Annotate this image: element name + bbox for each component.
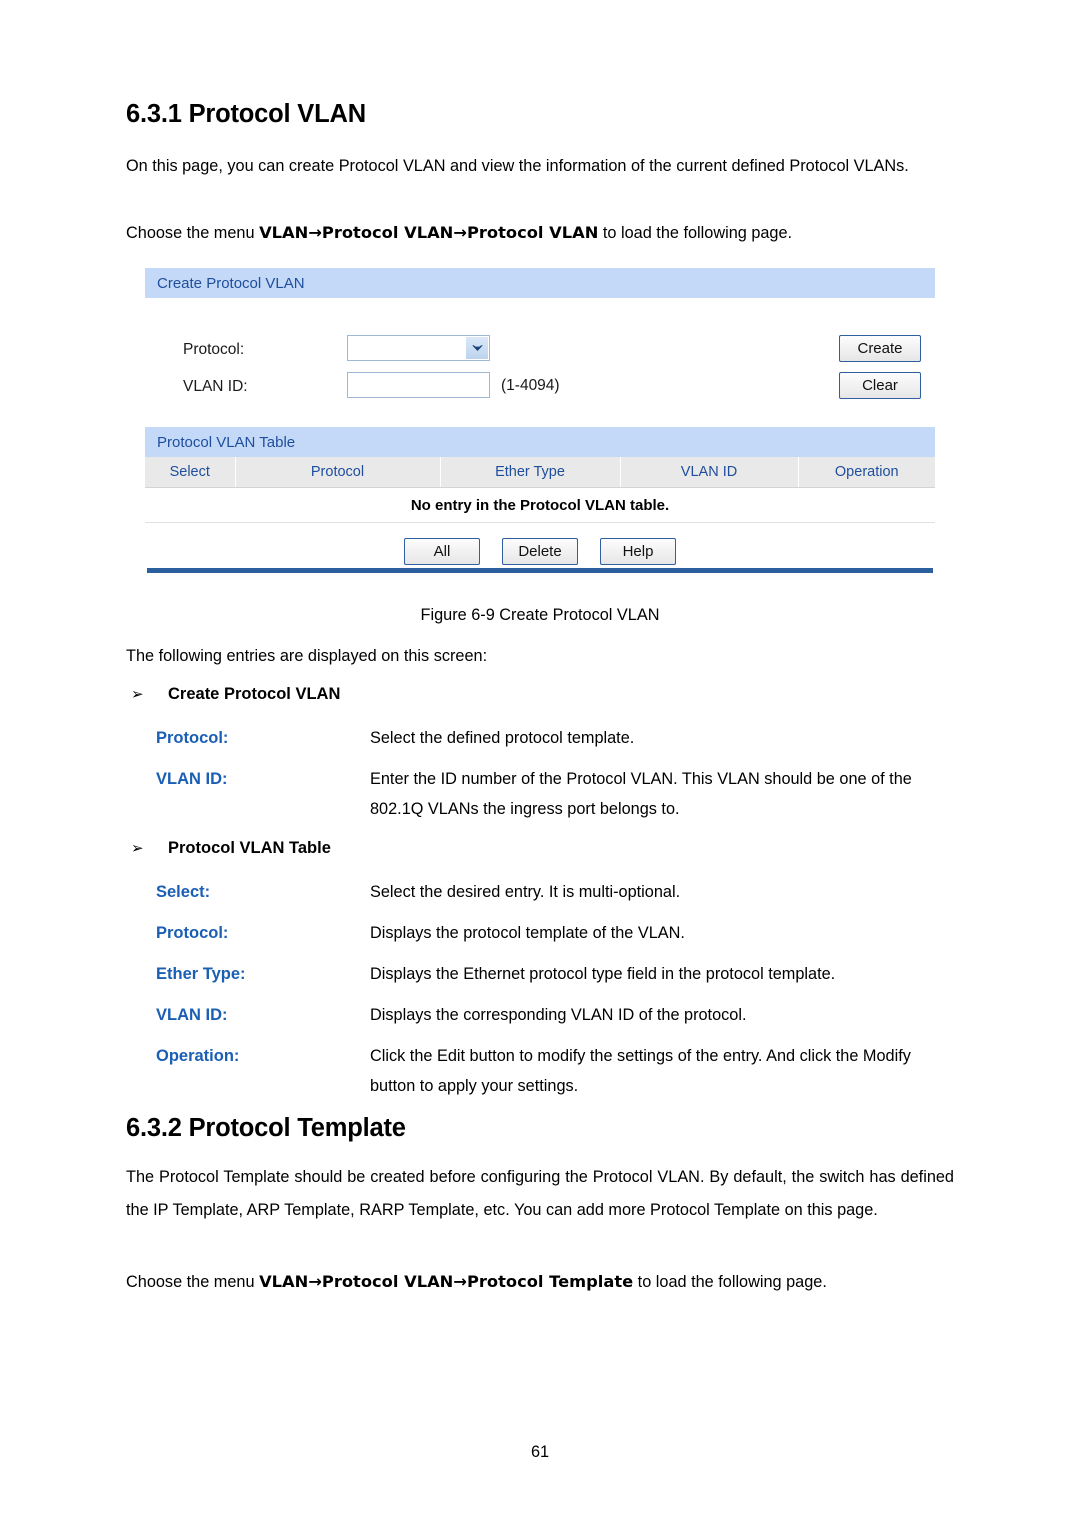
table-empty-message: No entry in the Protocol VLAN table.	[145, 487, 935, 523]
create-protocol-vlan-form: Protocol: VLAN ID: (1-4094) Create Clear	[145, 298, 935, 407]
definition-group-label-table: Protocol VLAN Table	[168, 839, 331, 857]
protocol-vlan-table-panel: Protocol VLAN Table Select Protocol Ethe…	[145, 427, 935, 579]
definition-group-protocol-vlan-table: ➢ Protocol VLAN Table Select: Select the…	[126, 833, 956, 1112]
definition-desc-operation: Click the Edit button to modify the sett…	[370, 1047, 911, 1095]
choose-menu-paragraph-1: Choose the menu VLAN→Protocol VLAN→Proto…	[126, 216, 954, 250]
definition-term-operation: Operation:	[156, 1047, 240, 1065]
bottom-divider	[147, 568, 933, 573]
create-protocol-vlan-section-header: Create Protocol VLAN	[145, 268, 935, 298]
vlan-id-input[interactable]	[347, 372, 490, 398]
column-header-vlan-id[interactable]: VLAN ID	[620, 457, 799, 488]
menu-path-2: VLAN→Protocol VLAN→Protocol Template	[259, 1272, 634, 1291]
bullet-arrow-icon: ➢	[131, 685, 144, 703]
protocol-select[interactable]	[347, 335, 490, 361]
page-title-632: 6.3.2 Protocol Template	[126, 1114, 406, 1142]
definition-desc-select: Select the desired entry. It is multi-op…	[370, 883, 681, 901]
clear-button[interactable]: Clear	[839, 372, 921, 399]
protocol-vlan-table-section-header: Protocol VLAN Table	[145, 427, 935, 457]
column-header-protocol[interactable]: Protocol	[235, 457, 441, 488]
definition-term-protocol: Protocol:	[156, 729, 229, 747]
intro-paragraph: On this page, you can create Protocol VL…	[126, 157, 909, 175]
page-number: 61	[530, 1443, 550, 1461]
definition-desc-protocol-table: Displays the protocol template of the VL…	[370, 924, 685, 942]
column-header-select[interactable]: Select	[145, 457, 236, 488]
page-title-631: 6.3.1 Protocol VLAN	[126, 100, 366, 128]
definition-desc-vlan-id-table: Displays the corresponding VLAN ID of th…	[370, 1006, 747, 1024]
delete-button[interactable]: Delete	[502, 537, 578, 565]
definition-term-select: Select:	[156, 883, 211, 901]
embedded-ui-screenshot: Create Protocol VLAN Protocol: VLAN ID: …	[145, 268, 935, 579]
chevron-down-icon[interactable]	[466, 337, 488, 359]
definition-group-title-table: ➢ Protocol VLAN Table	[126, 833, 956, 863]
definition-group-title-create: ➢ Create Protocol VLAN	[126, 679, 956, 709]
table-empty-row: No entry in the Protocol VLAN table.	[145, 487, 935, 523]
choose-menu-suffix-2: to load the following page.	[633, 1273, 827, 1291]
column-header-ether-type[interactable]: Ether Type	[440, 457, 621, 488]
definition-row: Protocol: Select the defined protocol te…	[126, 723, 956, 753]
definition-row: Operation: Click the Edit button to modi…	[126, 1041, 956, 1101]
definition-term-vlan-id: VLAN ID:	[156, 770, 228, 788]
choose-menu-prefix-2: Choose the menu	[126, 1273, 260, 1291]
definition-desc-ether-type: Displays the Ethernet protocol type fiel…	[370, 965, 836, 983]
help-button[interactable]: Help	[600, 537, 676, 565]
definition-row: Protocol: Displays the protocol template…	[126, 918, 956, 948]
menu-path-1: VLAN→Protocol VLAN→Protocol VLAN	[259, 223, 599, 242]
table-header-row: Select Protocol Ether Type VLAN ID Opera…	[145, 457, 935, 488]
bullet-arrow-icon: ➢	[131, 839, 144, 857]
choose-menu-prefix-1: Choose the menu	[126, 224, 260, 242]
document-page: 6.3.1 Protocol VLAN On this page, you ca…	[0, 0, 1080, 1527]
figure-caption: Figure 6-9 Create Protocol VLAN	[420, 606, 660, 624]
definition-row: VLAN ID: Displays the corresponding VLAN…	[126, 1000, 956, 1030]
protocol-template-paragraph: The Protocol Template should be created …	[126, 1168, 954, 1219]
all-button[interactable]: All	[404, 537, 480, 565]
following-entries-paragraph: The following entries are displayed on t…	[126, 647, 488, 665]
definition-term-protocol-table: Protocol:	[156, 924, 229, 942]
definition-row: Select: Select the desired entry. It is …	[126, 877, 956, 907]
protocol-vlan-table: Select Protocol Ether Type VLAN ID Opera…	[145, 457, 935, 523]
definition-desc-vlan-id: Enter the ID number of the Protocol VLAN…	[370, 770, 912, 818]
vlan-id-label: VLAN ID:	[183, 378, 248, 395]
protocol-label: Protocol:	[183, 341, 245, 358]
definition-term-ether-type: Ether Type:	[156, 965, 246, 983]
choose-menu-paragraph-2: Choose the menu VLAN→Protocol VLAN→Proto…	[126, 1265, 954, 1299]
definition-term-vlan-id-table: VLAN ID:	[156, 1006, 228, 1024]
definition-desc-protocol: Select the defined protocol template.	[370, 729, 635, 747]
definition-row: VLAN ID: Enter the ID number of the Prot…	[126, 764, 956, 824]
definition-group-label-create: Create Protocol VLAN	[168, 685, 341, 703]
choose-menu-suffix-1: to load the following page.	[598, 224, 793, 242]
column-header-operation[interactable]: Operation	[798, 457, 935, 488]
definition-row: Ether Type: Displays the Ethernet protoc…	[126, 959, 956, 989]
create-button[interactable]: Create	[839, 335, 921, 362]
definition-group-create-protocol-vlan: ➢ Create Protocol VLAN Protocol: Select …	[126, 679, 956, 835]
vlan-id-range-hint: (1-4094)	[501, 377, 560, 394]
